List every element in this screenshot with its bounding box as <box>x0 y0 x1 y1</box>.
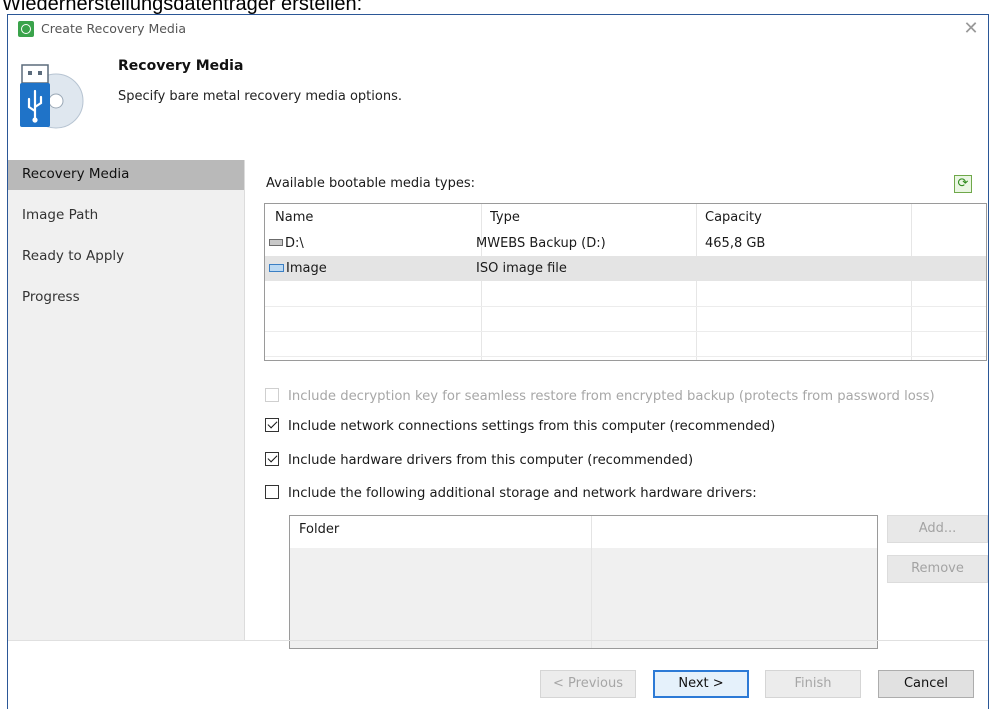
table-row-selected[interactable]: Image ISO image file <box>265 256 986 281</box>
column-header-capacity[interactable]: Capacity <box>705 204 762 231</box>
wizard-content: Available bootable media types: ⟳ Name T… <box>245 160 989 649</box>
media-name: Image <box>286 261 327 276</box>
window-title: Create Recovery Media <box>41 21 186 36</box>
available-media-label: Available bootable media types: <box>266 176 476 191</box>
drive-icon <box>269 239 283 246</box>
finish-button[interactable]: Finish <box>765 670 861 698</box>
iso-image-icon <box>269 263 284 272</box>
checkbox-box <box>265 387 279 402</box>
include-network-settings-checkbox[interactable]: Include network connections settings fro… <box>265 417 775 437</box>
usb-disc-icon <box>20 64 84 129</box>
column-header-folder[interactable]: Folder <box>299 522 339 537</box>
media-name: D:\ <box>285 236 304 251</box>
cancel-button[interactable]: Cancel <box>878 670 974 698</box>
table-row[interactable]: D:\ MWEBS Backup (D:) 465,8 GB <box>265 231 986 256</box>
drivers-table-header: Folder <box>290 516 877 548</box>
close-button[interactable]: ✕ <box>958 17 984 41</box>
checkbox-label: Include decryption key for seamless rest… <box>288 389 935 404</box>
create-recovery-media-dialog: Create Recovery Media ✕ Recovery Media S… <box>7 14 989 709</box>
wizard-header: Recovery Media Specify bare metal recove… <box>8 43 988 161</box>
veeam-app-icon <box>18 21 34 37</box>
page-title: Recovery Media <box>118 58 244 74</box>
drivers-table-body <box>290 548 877 648</box>
checkbox-label: Include hardware drivers from this compu… <box>288 453 694 468</box>
checkbox-box <box>265 417 279 432</box>
sidebar-item-recovery-media[interactable]: Recovery Media <box>8 160 244 190</box>
column-header-type[interactable]: Type <box>490 204 520 231</box>
additional-drivers-table[interactable]: Folder <box>289 515 878 649</box>
refresh-icon[interactable]: ⟳ <box>954 175 972 193</box>
title-bar: Create Recovery Media ✕ <box>8 15 988 43</box>
footer-divider <box>8 640 988 641</box>
bootable-media-table: Name Type Capacity D:\ MWEBS Backup (D:)… <box>264 203 987 361</box>
include-additional-drivers-checkbox[interactable]: Include the following additional storage… <box>265 484 757 504</box>
table-header-row: Name Type Capacity <box>265 204 986 231</box>
sidebar-item-progress[interactable]: Progress <box>8 283 244 313</box>
add-driver-button[interactable]: Add... <box>887 515 988 543</box>
include-hardware-drivers-checkbox[interactable]: Include hardware drivers from this compu… <box>265 451 693 471</box>
checkbox-label: Include network connections settings fro… <box>288 419 776 434</box>
sidebar-item-image-path[interactable]: Image Path <box>8 201 244 231</box>
next-button[interactable]: Next > <box>653 670 749 698</box>
media-type: ISO image file <box>476 261 567 276</box>
page-subtitle: Specify bare metal recovery media option… <box>118 89 402 104</box>
include-decryption-key-checkbox[interactable]: Include decryption key for seamless rest… <box>265 387 935 407</box>
column-header-name[interactable]: Name <box>275 204 313 231</box>
checkbox-box <box>265 451 279 466</box>
remove-driver-button[interactable]: Remove <box>887 555 988 583</box>
media-capacity: 465,8 GB <box>705 236 766 251</box>
media-type: MWEBS Backup (D:) <box>476 236 606 251</box>
checkbox-box <box>265 484 279 499</box>
previous-button[interactable]: < Previous <box>540 670 636 698</box>
wizard-steps-sidebar: Recovery Media Image Path Ready to Apply… <box>8 160 245 640</box>
sidebar-item-ready-to-apply[interactable]: Ready to Apply <box>8 242 244 272</box>
checkbox-label: Include the following additional storage… <box>288 486 757 501</box>
